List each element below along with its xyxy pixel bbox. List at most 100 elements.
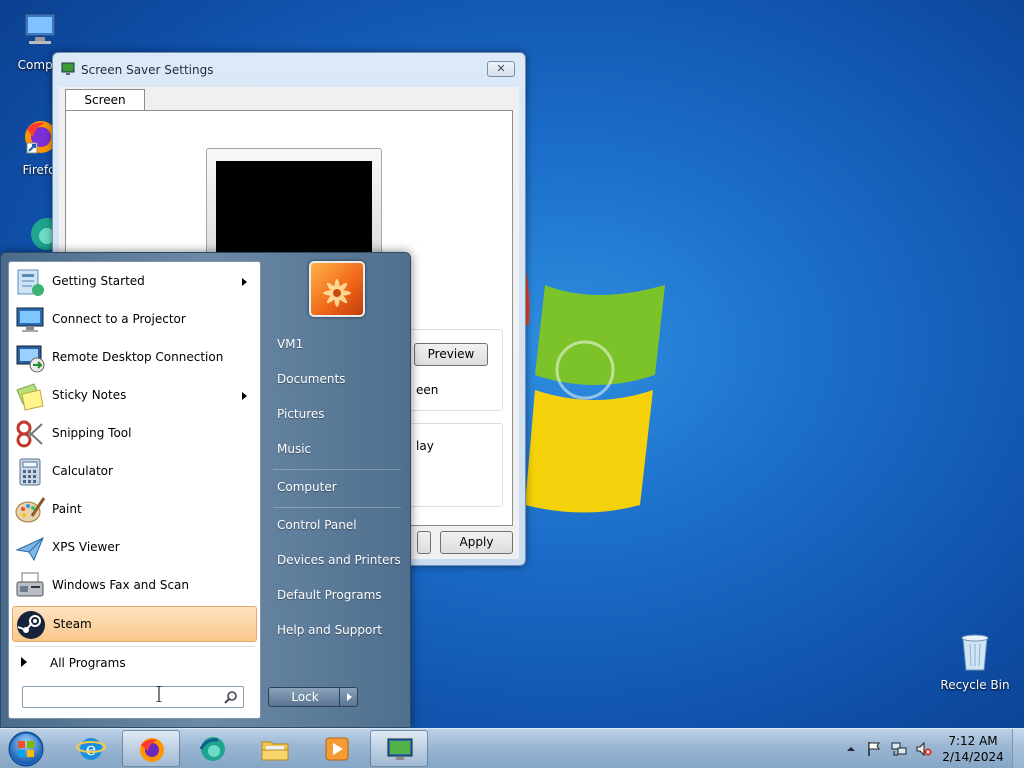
firefox-icon: [137, 735, 167, 765]
all-programs-button[interactable]: All Programs: [12, 650, 257, 676]
right-item-control-panel[interactable]: Control Panel: [269, 510, 403, 540]
right-item-label: VM1: [277, 337, 304, 351]
steam-icon: [15, 609, 47, 641]
program-label: Steam: [53, 617, 92, 631]
search-icon[interactable]: [224, 690, 238, 704]
system-clock[interactable]: 7:12 AM 2/14/2024: [940, 733, 1006, 765]
getting-started-icon: [14, 266, 46, 298]
program-label: Paint: [52, 502, 82, 516]
right-separator: [273, 469, 401, 470]
chevron-right-icon: [347, 693, 352, 701]
right-item-help-support[interactable]: Help and Support: [269, 615, 403, 645]
right-item-pictures[interactable]: Pictures: [269, 399, 403, 429]
taskbar-file-explorer[interactable]: [246, 730, 304, 767]
desktop-icon-recycle-bin[interactable]: Recycle Bin: [940, 630, 1010, 692]
search-input[interactable]: [27, 689, 217, 705]
clock-date: 2/14/2024: [942, 750, 1004, 764]
network-icon[interactable]: [891, 741, 907, 757]
submenu-arrow-icon: [242, 392, 247, 400]
submenu-arrow-icon: [242, 278, 247, 286]
right-item-computer[interactable]: Computer: [269, 472, 403, 502]
tab-screen-saver[interactable]: Screen Saver: [65, 89, 145, 127]
program-label: Calculator: [52, 464, 113, 478]
action-center-flag-icon[interactable]: [866, 741, 882, 757]
recycle-bin-icon: [953, 630, 997, 674]
taskbar-edge[interactable]: [184, 730, 242, 767]
media-player-icon: [322, 734, 352, 764]
right-item-label: Computer: [277, 480, 337, 494]
folder-icon: [260, 734, 290, 764]
right-item-label: Help and Support: [277, 623, 382, 637]
all-programs-label: All Programs: [50, 656, 126, 670]
start-button[interactable]: [6, 730, 46, 768]
program-label: Connect to a Projector: [52, 312, 186, 326]
program-label: XPS Viewer: [52, 540, 120, 554]
right-item-label: Pictures: [277, 407, 325, 421]
partial-label-1: een: [416, 383, 439, 397]
preview-button[interactable]: Preview: [414, 343, 488, 366]
taskbar: e 7:12 AM 2/14/2024: [0, 728, 1024, 768]
program-label: Getting Started: [52, 274, 145, 288]
sticky-notes-icon: [14, 380, 46, 412]
program-label: Sticky Notes: [52, 388, 127, 402]
programs-separator: [15, 646, 255, 647]
right-item-devices-printers[interactable]: Devices and Printers: [269, 545, 403, 575]
desktop-icon-label: Recycle Bin: [940, 678, 1010, 692]
screen-saver-icon: [61, 62, 75, 76]
lock-button[interactable]: Lock: [268, 687, 358, 707]
calculator-icon: [14, 456, 46, 488]
remote-desktop-icon: [14, 342, 46, 374]
projector-icon: [14, 304, 46, 336]
right-item-label: Documents: [277, 372, 346, 386]
start-search-box[interactable]: [22, 686, 244, 708]
right-item-label: Devices and Printers: [277, 553, 401, 567]
program-getting-started[interactable]: Getting Started: [12, 264, 257, 300]
program-connect-projector[interactable]: Connect to a Projector: [12, 302, 257, 338]
programs-pane: Getting Started Connect to a Projector R…: [8, 261, 261, 719]
program-snipping-tool[interactable]: Snipping Tool: [12, 416, 257, 452]
program-remote-desktop[interactable]: Remote Desktop Connection: [12, 340, 257, 376]
paint-palette-icon: [14, 494, 46, 526]
show-hidden-icons-chevron-up-icon[interactable]: [846, 743, 862, 759]
window-title: Screen Saver Settings: [81, 63, 214, 77]
right-item-documents[interactable]: Documents: [269, 364, 403, 394]
windows-logo-wallpaper: [525, 265, 675, 535]
lock-label: Lock: [291, 690, 319, 704]
program-label: Remote Desktop Connection: [52, 350, 224, 364]
right-item-default-programs[interactable]: Default Programs: [269, 580, 403, 610]
all-programs-arrow-icon: [21, 657, 27, 667]
scissors-icon: [14, 418, 46, 450]
taskbar-screen-saver-settings[interactable]: [370, 730, 428, 767]
taskbar-internet-explorer[interactable]: e: [62, 730, 120, 767]
program-label: Windows Fax and Scan: [52, 578, 190, 592]
cancel-button[interactable]: [417, 531, 431, 554]
apply-button[interactable]: Apply: [440, 531, 513, 554]
user-picture[interactable]: [309, 261, 365, 317]
fax-icon: [14, 570, 46, 602]
program-sticky-notes[interactable]: Sticky Notes: [12, 378, 257, 414]
start-menu: Getting Started Connect to a Projector R…: [0, 252, 411, 728]
right-item-label: Music: [277, 442, 312, 456]
volume-muted-icon[interactable]: [916, 741, 932, 757]
program-label: Snipping Tool: [52, 426, 132, 440]
text-cursor-icon: [156, 685, 162, 703]
taskbar-media-player[interactable]: [308, 730, 366, 767]
program-xps-viewer[interactable]: XPS Viewer: [12, 530, 257, 566]
right-item-label: Default Programs: [277, 588, 382, 602]
edge-icon: [198, 734, 228, 764]
program-steam[interactable]: Steam: [12, 606, 257, 642]
internet-explorer-icon: e: [76, 734, 106, 764]
computer-icon: [17, 10, 61, 54]
close-button[interactable]: ✕: [487, 61, 515, 77]
right-separator: [273, 507, 401, 508]
taskbar-firefox[interactable]: [122, 730, 180, 767]
screen-saver-icon: [385, 735, 415, 765]
program-paint[interactable]: Paint: [12, 492, 257, 528]
shutdown-options-button[interactable]: [339, 688, 357, 706]
program-fax-scan[interactable]: Windows Fax and Scan: [12, 568, 257, 604]
show-desktop-button[interactable]: [1012, 729, 1024, 768]
right-item-label: Control Panel: [277, 518, 357, 532]
right-item-music[interactable]: Music: [269, 434, 403, 464]
program-calculator[interactable]: Calculator: [12, 454, 257, 490]
right-item-user[interactable]: VM1: [269, 329, 403, 359]
